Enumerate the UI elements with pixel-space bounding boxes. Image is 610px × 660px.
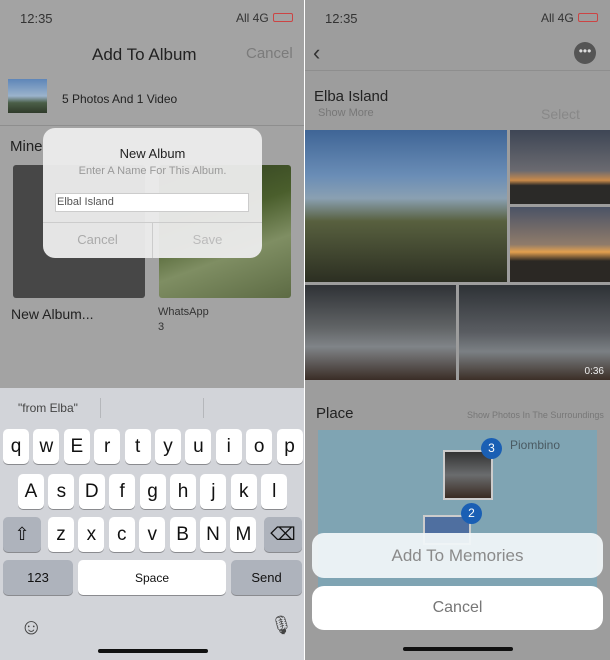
key-q[interactable]: q (3, 429, 29, 464)
status-time: 12:35 (325, 11, 358, 26)
key-m[interactable]: M (230, 517, 257, 552)
key-d[interactable]: D (78, 474, 105, 509)
selection-summary: 5 Photos And 1 Video (62, 92, 178, 106)
add-to-memories-button[interactable]: Add To Memories (312, 533, 603, 578)
back-icon[interactable]: ‹ (313, 40, 320, 66)
nav-title: Add To Album (92, 45, 197, 64)
key-l[interactable]: l (261, 474, 288, 509)
selection-thumbnail (8, 79, 47, 113)
divider (305, 70, 610, 71)
key-k[interactable]: k (230, 474, 257, 509)
delete-key[interactable]: ⌫ (264, 517, 302, 552)
key-g[interactable]: g (139, 474, 166, 509)
key-t[interactable]: t (124, 429, 151, 464)
key-p[interactable]: p (276, 429, 303, 464)
keyboard: "from Elba" qwErtyuiop AsDfghjkl zxcvBNM ⇧… (0, 388, 305, 660)
dialog-title: New Album (119, 146, 186, 161)
album-title: Elba Island (314, 88, 389, 105)
show-more-link[interactable]: Show More (318, 107, 374, 119)
key-c[interactable]: c (108, 517, 135, 552)
dialog-cancel-button[interactable]: Cancel (43, 222, 152, 258)
add-to-album-screen: 12:35 All 4G Add To Album Cancel 5 Photo… (0, 0, 305, 660)
place-title: Place (316, 405, 354, 422)
status-time: 12:35 (20, 11, 53, 26)
album-name: New Album... (11, 306, 94, 322)
numbers-key[interactable]: 123 (3, 560, 73, 595)
key-z[interactable]: z (48, 517, 74, 552)
battery-icon (578, 13, 598, 22)
photo[interactable] (305, 285, 456, 380)
send-key[interactable]: Send (231, 560, 302, 595)
dialog-save-button[interactable]: Save (153, 222, 262, 258)
key-e[interactable]: E (63, 429, 90, 464)
photo[interactable] (510, 207, 610, 282)
cluster-badge: 2 (461, 503, 482, 524)
divider (100, 398, 101, 418)
microphone-icon[interactable]: 🎙 (270, 615, 293, 636)
key-a[interactable]: A (18, 474, 44, 509)
new-album-dialog: New Album Enter A Name For This Album. E… (43, 128, 262, 258)
key-v[interactable]: v (139, 517, 166, 552)
status-network: All 4G (541, 11, 574, 25)
divider (0, 125, 305, 126)
emoji-icon[interactable]: ☺ (20, 614, 42, 640)
photo[interactable] (510, 130, 610, 204)
key-s[interactable]: s (48, 474, 75, 509)
key-u[interactable]: u (185, 429, 212, 464)
key-f[interactable]: f (109, 474, 136, 509)
key-y[interactable]: y (155, 429, 181, 464)
key-b[interactable]: B (169, 517, 196, 552)
video-duration: 0:36 (584, 366, 604, 377)
more-icon[interactable]: ••• (574, 42, 596, 64)
action-cancel-button[interactable]: Cancel (312, 586, 603, 630)
nav-cancel-button[interactable]: Cancel (246, 45, 293, 62)
key-n[interactable]: N (200, 517, 226, 552)
key-o[interactable]: o (246, 429, 273, 464)
divider (203, 398, 204, 418)
album-name-input[interactable]: Elbal Island (55, 193, 249, 212)
map-city-label: Piombino (510, 438, 561, 452)
suggestion[interactable]: "from Elba" (18, 401, 78, 415)
shift-key[interactable]: ⇧ (3, 517, 41, 552)
key-h[interactable]: h (170, 474, 196, 509)
status-network: All 4G (236, 11, 269, 25)
video[interactable]: 0:36 (459, 285, 610, 380)
home-indicator (403, 647, 513, 651)
space-key[interactable]: Space (78, 560, 226, 595)
key-w[interactable]: w (33, 429, 60, 464)
section-title: Mine (10, 138, 43, 155)
show-surroundings-link[interactable]: Show Photos In The Surroundings (467, 410, 604, 420)
key-x[interactable]: x (78, 517, 105, 552)
key-i[interactable]: i (215, 429, 242, 464)
select-button[interactable]: Select (541, 106, 580, 122)
cluster-badge: 3 (481, 438, 502, 459)
dialog-message: Enter A Name For This Album. (78, 165, 227, 177)
key-j[interactable]: j (200, 474, 227, 509)
key-r[interactable]: r (94, 429, 121, 464)
home-indicator (98, 649, 208, 653)
photo[interactable] (305, 130, 507, 282)
album-name: WhatsApp (158, 306, 209, 318)
battery-icon (273, 13, 293, 22)
album-count: 3 (158, 321, 165, 333)
